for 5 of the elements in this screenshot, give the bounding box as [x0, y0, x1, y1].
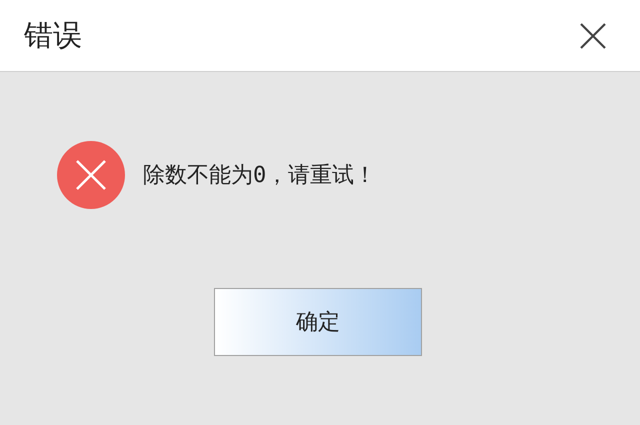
error-icon: [57, 141, 125, 209]
error-message: 除数不能为0，请重试！: [143, 162, 376, 190]
ok-button[interactable]: 确定: [214, 288, 422, 356]
window-title: 错误: [24, 16, 82, 54]
close-icon[interactable]: [580, 22, 606, 48]
